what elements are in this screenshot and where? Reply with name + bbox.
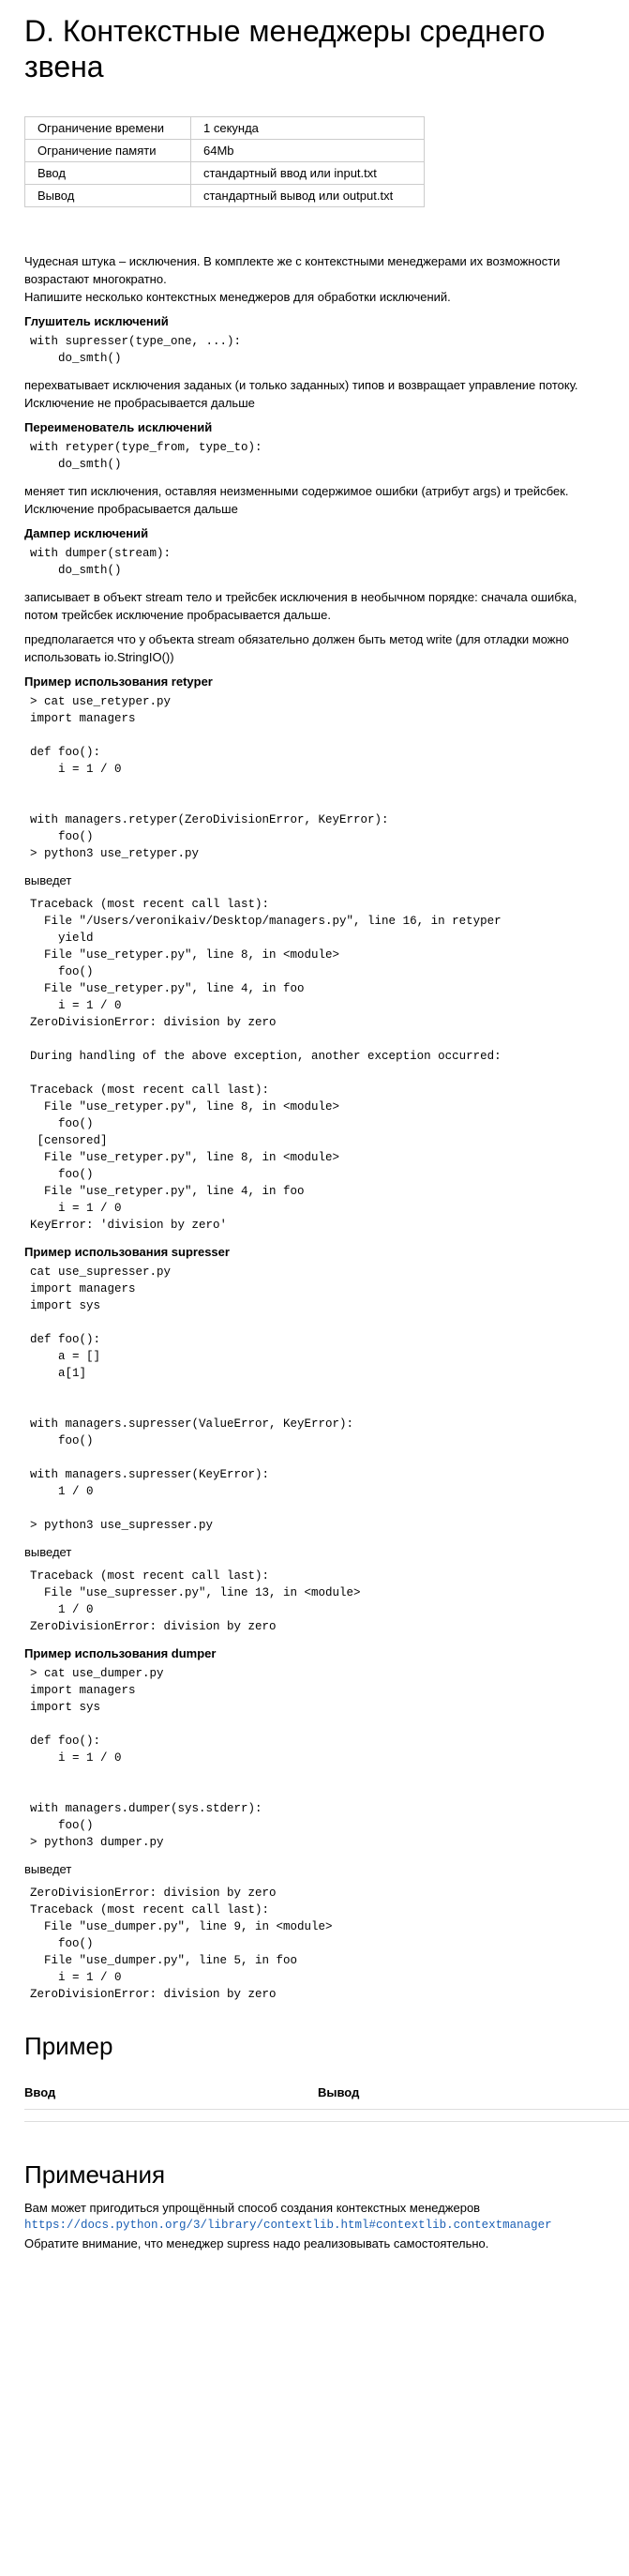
example-input-label: Ввод	[24, 2085, 56, 2099]
limit-value: стандартный вывод или output.txt	[190, 184, 425, 207]
retyper-code: with retyper(type_from, type_to): do_smt…	[30, 441, 262, 471]
limit-key: Вывод	[24, 184, 191, 207]
statement: Чудесная штука – исключения. В комплекте…	[24, 252, 605, 2003]
notes-text: Вам может пригодиться упрощённый способ …	[24, 2201, 481, 2215]
table-row: Вывод стандартный вывод или output.txt	[24, 184, 425, 207]
dumper-heading: Дампер исключений	[24, 526, 149, 540]
limit-value: 1 секунда	[190, 116, 425, 140]
dumper-example-output: ZeroDivisionError: division by zero Trac…	[30, 1887, 333, 2001]
supresser-example-heading: Пример использования supresser	[24, 1245, 230, 1259]
retyper-example-heading: Пример использования retyper	[24, 674, 213, 689]
example-heading: Пример	[24, 2032, 113, 2060]
notes-warning: Обратите внимание, что менеджер supress …	[24, 2236, 489, 2250]
limit-key: Ограничение памяти	[24, 139, 191, 162]
supresser-example-output: Traceback (most recent call last): File …	[30, 1569, 361, 1633]
dumper-description: записывает в объект stream тело и трейсб…	[24, 590, 577, 622]
supresser-code: with supresser(type_one, ...): do_smth()	[30, 335, 242, 365]
problem-page: D. Контекстные менеджеры среднего звена …	[0, 0, 629, 2252]
contextlib-link[interactable]: https://docs.python.org/3/library/contex…	[24, 2217, 605, 2235]
table-row: Ограничение памяти 64Mb	[24, 139, 425, 162]
supresser-example-code: cat use_supresser.py import managers imp…	[30, 1265, 354, 1532]
example-table-header: Ввод Вывод	[24, 2078, 629, 2110]
limit-key: Ограничение времени	[24, 116, 191, 140]
dumper-code: with dumper(stream): do_smth()	[30, 547, 172, 577]
retyper-heading: Переименователь исключений	[24, 420, 213, 434]
intro-paragraph: Чудесная штука – исключения. В комплекте…	[24, 254, 561, 286]
limits-table: Ограничение времени 1 секунда Ограничени…	[24, 116, 425, 207]
dumper-example-code: > cat use_dumper.py import managers impo…	[30, 1667, 262, 1849]
limit-key: Ввод	[24, 161, 191, 185]
supresser-heading: Глушитель исключений	[24, 314, 169, 328]
dumper-outputs-label: выведет	[24, 1862, 72, 1876]
table-row: Ввод стандартный ввод или input.txt	[24, 161, 425, 185]
supresser-outputs-label: выведет	[24, 1545, 72, 1559]
dumper-note: предполагается что у объекта stream обяз…	[24, 632, 569, 664]
notes-heading: Примечания	[24, 2160, 166, 2189]
dumper-example-heading: Пример использования dumper	[24, 1646, 217, 1660]
intro-task: Напишите несколько контекстных менеджеро…	[24, 290, 451, 304]
retyper-example-output: Traceback (most recent call last): File …	[30, 898, 502, 1232]
retyper-example-code: > cat use_retyper.py import managers def…	[30, 695, 389, 860]
limit-value: стандартный ввод или input.txt	[190, 161, 425, 185]
page-title: D. Контекстные менеджеры среднего звена	[24, 14, 546, 83]
example-output-label: Вывод	[318, 2085, 360, 2099]
notes-body: Вам может пригодиться упрощённый способ …	[24, 2199, 605, 2252]
table-row: Ограничение времени 1 секунда	[24, 116, 425, 140]
supresser-description: перехватывает исключения заданых (и толь…	[24, 378, 578, 410]
retyper-outputs-label: выведет	[24, 873, 72, 887]
retyper-description: меняет тип исключения, оставляя неизменн…	[24, 484, 569, 516]
limit-value: 64Mb	[190, 139, 425, 162]
